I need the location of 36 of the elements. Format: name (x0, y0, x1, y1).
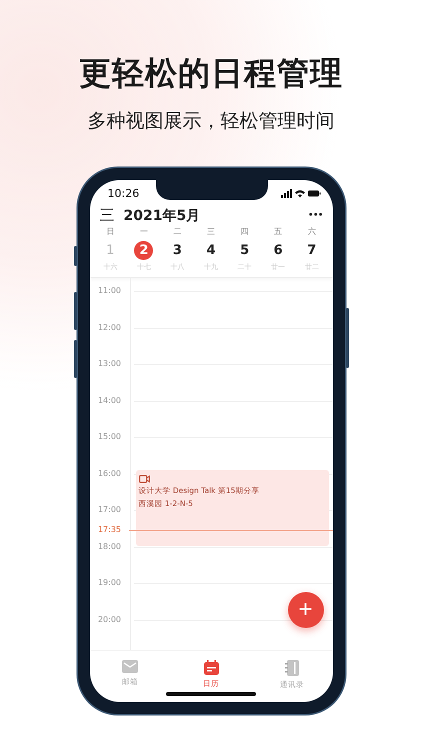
weekday-label: 六 (308, 226, 316, 238)
month-title: 2021年5月 (124, 206, 202, 224)
menu-button[interactable]: 三 (100, 206, 124, 225)
calendar-icon (204, 660, 218, 675)
hour-label: 19:00 (96, 577, 122, 589)
date-button[interactable]: 2 (134, 241, 154, 260)
weekday-label: 四 (240, 226, 249, 238)
hour-label: 13:00 (96, 358, 122, 370)
weekday-label: 三 (207, 226, 216, 238)
weekday-label: 日 (106, 226, 114, 238)
hour-label: 12:00 (96, 322, 122, 334)
add-button[interactable]: + (288, 592, 324, 628)
weekday-label: 一 (140, 226, 148, 238)
subtitle: 多种视图展示，轻松管理时间 (88, 109, 334, 134)
more-button[interactable]: ••• (308, 210, 322, 221)
hour-label: 15:00 (96, 431, 122, 443)
date-button[interactable]: 5 (235, 241, 254, 260)
headline: 更轻松的日程管理 (79, 53, 343, 94)
weekday-label: 五 (274, 226, 282, 238)
date-button[interactable]: 3 (168, 241, 187, 260)
hour-label: 16:00 (96, 468, 122, 480)
status-time: 10:26 (108, 186, 140, 200)
date-button[interactable]: 6 (268, 241, 288, 260)
hour-label: 20:00 (96, 614, 122, 626)
current-time-label: 17:35 (96, 524, 122, 536)
date-button[interactable]: 7 (302, 241, 322, 260)
hour-label: 17:00 (96, 504, 122, 516)
status-icons (280, 188, 320, 198)
envelope-icon (122, 660, 138, 673)
hour-label: 18:00 (96, 540, 122, 552)
hour-label: 14:00 (96, 394, 122, 406)
date-button[interactable]: 4 (202, 241, 221, 260)
video-icon (138, 475, 150, 483)
hour-label: 11:00 (96, 285, 122, 297)
address-book-icon (285, 660, 299, 676)
weekday-label: 二 (173, 226, 182, 238)
